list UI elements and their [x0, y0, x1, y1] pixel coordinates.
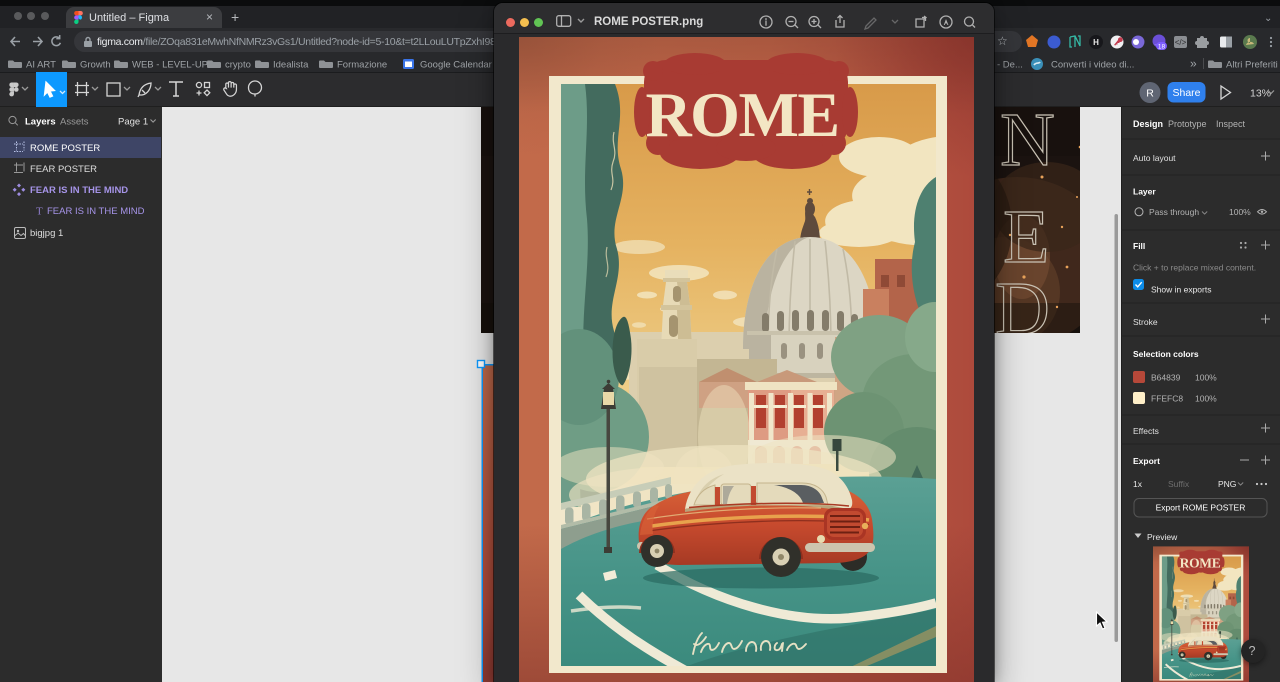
- svg-text:Idealista: Idealista: [273, 60, 309, 71]
- svg-text:- De...: - De...: [997, 60, 1023, 71]
- svg-text:18: 18: [1158, 43, 1166, 50]
- svg-text:Effects: Effects: [1133, 426, 1159, 436]
- svg-text:100%: 100%: [1195, 394, 1217, 404]
- svg-text:Design: Design: [1133, 119, 1163, 129]
- svg-text:FEAR IS IN THE MIND: FEAR IS IN THE MIND: [30, 185, 128, 196]
- svg-text:Formazione: Formazione: [337, 60, 387, 71]
- svg-text:bigjpg 1: bigjpg 1: [30, 228, 63, 239]
- svg-text:Share: Share: [1172, 87, 1200, 99]
- svg-text:ROME POSTER: ROME POSTER: [30, 143, 100, 154]
- svg-text:Google Calendar -...: Google Calendar -...: [420, 60, 506, 71]
- svg-text:R: R: [1146, 88, 1154, 100]
- svg-text:Fill: Fill: [1133, 241, 1145, 251]
- svg-text:Layer: Layer: [1133, 187, 1156, 197]
- svg-text:Layers: Layers: [25, 117, 56, 128]
- svg-text:Selection colors: Selection colors: [1133, 349, 1199, 359]
- svg-text:Export: Export: [1133, 456, 1160, 466]
- svg-text:13%: 13%: [1250, 88, 1271, 100]
- svg-text:Stroke: Stroke: [1133, 317, 1158, 327]
- svg-text:1x: 1x: [1133, 479, 1143, 489]
- svg-text:Prototype: Prototype: [1168, 119, 1207, 129]
- svg-text:Export ROME POSTER: Export ROME POSTER: [1156, 503, 1246, 513]
- svg-text:crypto: crypto: [225, 60, 251, 71]
- svg-text:PNG: PNG: [1218, 479, 1236, 489]
- svg-text:D: D: [995, 267, 1050, 351]
- svg-text:100%: 100%: [1195, 373, 1217, 383]
- svg-text:Pass through: Pass through: [1149, 207, 1199, 217]
- svg-text:N: N: [1000, 107, 1055, 182]
- svg-text:Assets: Assets: [60, 117, 89, 128]
- svg-text:Auto layout: Auto layout: [1133, 153, 1176, 163]
- svg-text:Click + to replace mixed conte: Click + to replace mixed content.: [1133, 263, 1256, 273]
- svg-text:</>: </>: [1175, 38, 1187, 47]
- svg-text:Growth: Growth: [80, 60, 111, 71]
- svg-text:T: T: [36, 206, 43, 218]
- svg-text:FEAR IS IN THE MIND: FEAR IS IN THE MIND: [47, 206, 145, 217]
- svg-text:Inspect: Inspect: [1216, 119, 1246, 129]
- svg-text:»: »: [1190, 57, 1197, 71]
- svg-text:FEAR POSTER: FEAR POSTER: [30, 164, 97, 175]
- svg-text:Suffix: Suffix: [1168, 479, 1190, 489]
- svg-text:FFEFC8: FFEFC8: [1151, 394, 1183, 404]
- svg-text:B64839: B64839: [1151, 373, 1181, 383]
- svg-text:Altri Preferiti: Altri Preferiti: [1226, 60, 1278, 71]
- svg-text:WEB - LEVEL-UP: WEB - LEVEL-UP: [132, 60, 208, 71]
- svg-text:AI ART: AI ART: [26, 60, 56, 71]
- svg-text:H: H: [1093, 38, 1099, 47]
- svg-text:Preview: Preview: [1147, 532, 1178, 542]
- svg-text:Show in exports: Show in exports: [1151, 285, 1211, 295]
- svg-text:Converti i video di...: Converti i video di...: [1051, 60, 1134, 71]
- svg-text:Page 1: Page 1: [118, 117, 148, 128]
- svg-text:100%: 100%: [1229, 207, 1251, 217]
